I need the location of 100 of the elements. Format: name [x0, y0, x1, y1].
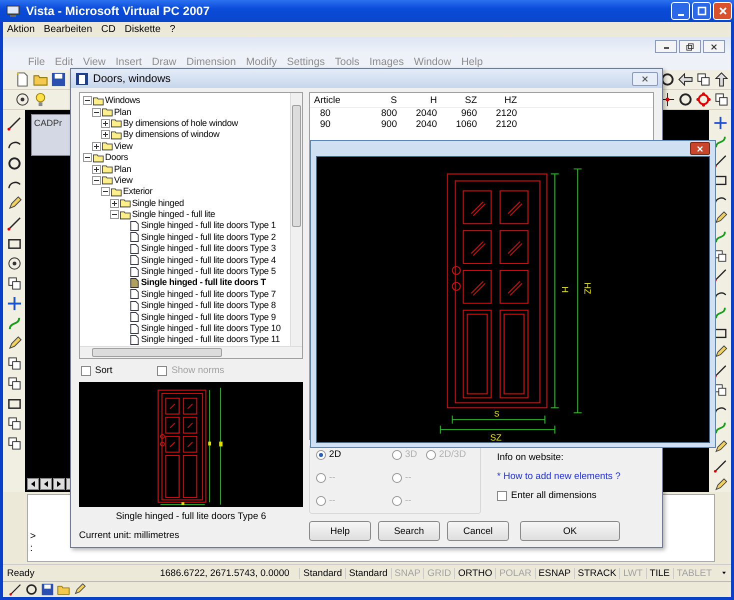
- pencil-icon[interactable]: [6, 196, 22, 211]
- circle-icon[interactable]: [660, 72, 675, 87]
- close-button[interactable]: [690, 142, 710, 156]
- save-icon[interactable]: [51, 72, 66, 87]
- new-file-icon[interactable]: [15, 72, 30, 87]
- tree-item[interactable]: View: [114, 140, 133, 152]
- copy-icon[interactable]: [714, 92, 729, 107]
- crosshair-icon[interactable]: [660, 92, 675, 107]
- menu-item[interactable]: CD: [101, 24, 116, 35]
- menu-item[interactable]: Diskette: [124, 24, 161, 35]
- move-icon[interactable]: [6, 296, 22, 311]
- folder-icon[interactable]: [57, 583, 70, 596]
- tree-item[interactable]: Plan: [114, 106, 132, 118]
- close-button[interactable]: [632, 72, 658, 86]
- tree-item[interactable]: Single hinged - full lite doors Type 8: [141, 300, 276, 312]
- tree-item[interactable]: Single hinged - full lite doors Type 10: [141, 323, 281, 334]
- expander-icon[interactable]: [92, 164, 101, 174]
- tree-item[interactable]: Single hinged - full lite: [132, 209, 216, 220]
- tree-item[interactable]: Single hinged - full lite doors T: [141, 277, 266, 288]
- pencil-icon[interactable]: [73, 583, 86, 596]
- help-link[interactable]: * How to add new elements ?: [497, 471, 621, 482]
- copy-icon[interactable]: [6, 276, 22, 291]
- copy-icon[interactable]: [6, 436, 22, 451]
- status-toggle[interactable]: Standard: [299, 568, 345, 578]
- expander-icon[interactable]: [92, 176, 101, 185]
- column-header[interactable]: HZ: [480, 94, 520, 106]
- copy-icon[interactable]: [6, 416, 22, 431]
- tree-item[interactable]: Single hinged - full lite doors Type 2: [141, 232, 276, 243]
- circle-icon[interactable]: [6, 156, 22, 171]
- circle-icon[interactable]: [25, 583, 38, 596]
- expander-icon[interactable]: [101, 187, 110, 196]
- expander-icon[interactable]: [101, 118, 110, 128]
- table-cell-text: 90: [319, 119, 332, 130]
- maximize-button[interactable]: [692, 2, 711, 20]
- status-toggle[interactable]: TILE: [646, 568, 673, 578]
- status-toggle[interactable]: Standard: [344, 568, 391, 578]
- expander-icon[interactable]: [83, 96, 92, 106]
- line-tool-icon[interactable]: [9, 583, 22, 596]
- expander-icon[interactable]: [101, 130, 110, 140]
- save-icon[interactable]: [41, 583, 54, 596]
- arrow-left-icon[interactable]: [678, 72, 693, 87]
- rectangle-tool-icon[interactable]: [6, 236, 22, 251]
- target-icon[interactable]: [6, 256, 22, 271]
- tree-item[interactable]: Single hinged - full lite doors Type 1: [141, 220, 276, 232]
- menu-item[interactable]: Bearbeiten: [44, 24, 92, 35]
- copy-icon[interactable]: [6, 376, 22, 391]
- tree-item[interactable]: Doors: [105, 152, 128, 164]
- vertical-scrollbar[interactable]: [290, 93, 302, 346]
- tree-item[interactable]: Single hinged - full lite doors Type 11: [141, 334, 280, 346]
- status-toggle[interactable]: STRACK: [574, 568, 620, 578]
- pencil-icon[interactable]: [712, 478, 728, 492]
- circle-icon[interactable]: [678, 92, 693, 107]
- menu-item[interactable]: Aktion: [7, 24, 35, 35]
- arrow-up-icon[interactable]: [714, 72, 729, 87]
- expander-icon[interactable]: [110, 198, 119, 208]
- tree-item[interactable]: Single hinged - full lite doors Type 7: [141, 288, 276, 300]
- tree-item[interactable]: Single hinged - full lite doors Type 3: [141, 243, 276, 254]
- tree-item[interactable]: Plan: [114, 164, 132, 175]
- close-button[interactable]: [703, 40, 725, 53]
- column-header[interactable]: SZ: [440, 94, 480, 106]
- status-toggle[interactable]: ESNAP: [534, 568, 574, 578]
- column-header[interactable]: S: [360, 94, 400, 106]
- expander-icon[interactable]: [92, 142, 101, 151]
- expander-icon[interactable]: [92, 108, 101, 117]
- radio-button[interactable]: 2D: [316, 449, 392, 460]
- tree-item[interactable]: Single hinged - full lite doors Type 4: [141, 254, 276, 266]
- tree-item[interactable]: By dimensions of window: [123, 129, 220, 140]
- tree-item[interactable]: Single hinged - full lite doors Type 9: [141, 312, 276, 323]
- tree-item[interactable]: Windows: [105, 95, 140, 106]
- rectangle-tool-icon[interactable]: [6, 396, 22, 411]
- status-toggle[interactable]: ORTHO: [454, 568, 496, 578]
- move-icon[interactable]: [712, 116, 728, 130]
- tree-item[interactable]: Single hinged - full lite doors Type 5: [141, 266, 276, 278]
- menu-item[interactable]: ?: [170, 24, 176, 35]
- dialog-button[interactable]: Help: [309, 521, 371, 541]
- curve-tool-icon[interactable]: [6, 316, 22, 331]
- horizontal-scrollbar[interactable]: [80, 346, 302, 358]
- line-tool-icon[interactable]: [6, 116, 22, 131]
- expander-icon[interactable]: [83, 153, 92, 162]
- line-tool-icon[interactable]: [6, 216, 22, 231]
- column-header[interactable]: Article: [310, 94, 360, 106]
- minimize-button[interactable]: [655, 40, 677, 53]
- tree-item[interactable]: View: [114, 174, 133, 186]
- pencil-icon[interactable]: [6, 336, 22, 351]
- column-header[interactable]: H: [400, 94, 440, 106]
- pencil-icon[interactable]: [712, 440, 728, 454]
- copy-icon[interactable]: [6, 356, 22, 371]
- restore-button[interactable]: [679, 40, 701, 53]
- dialog-button[interactable]: OK: [520, 521, 620, 541]
- line-tool-icon[interactable]: [712, 458, 728, 473]
- tree-item[interactable]: Exterior: [123, 186, 152, 198]
- dialog-button[interactable]: Search: [378, 521, 440, 541]
- target-icon[interactable]: [15, 92, 30, 107]
- checkbox[interactable]: Sort: [81, 365, 112, 376]
- checkbox[interactable]: Enter all dimensions: [497, 490, 621, 501]
- dialog-button[interactable]: Cancel: [447, 521, 509, 541]
- expander-icon[interactable]: [110, 210, 119, 220]
- copy-icon[interactable]: [696, 72, 711, 87]
- tree-item[interactable]: By dimensions of hole window: [123, 118, 238, 129]
- tree-item[interactable]: Single hinged: [132, 198, 184, 209]
